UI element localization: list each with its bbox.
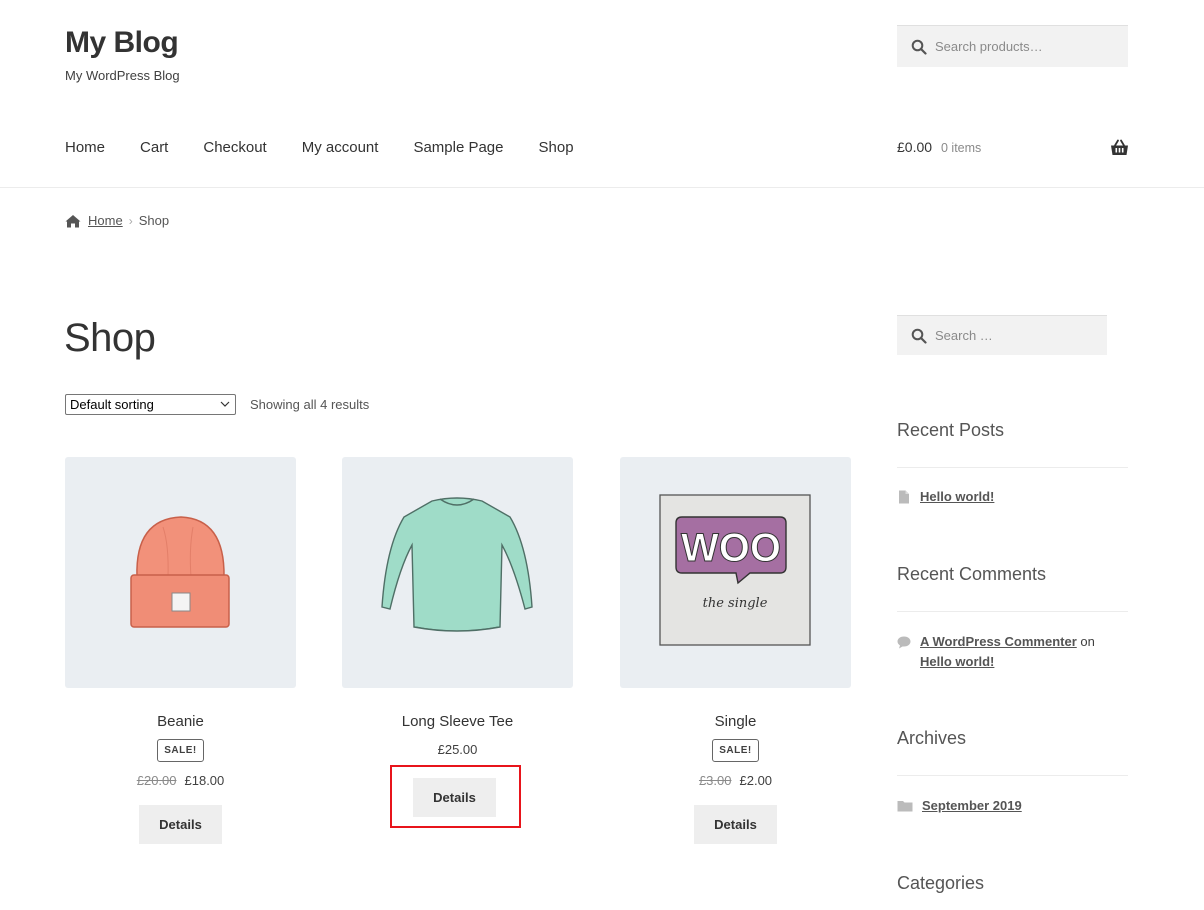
beanie-illustration: [130, 516, 230, 628]
chevron-down-icon: [220, 401, 230, 407]
nav-item-sample-page[interactable]: Sample Page: [413, 138, 503, 158]
breadcrumb-separator: ›: [128, 213, 133, 228]
widget-title-archives: Archives: [897, 728, 967, 748]
product-card-single: WOO the single Single SALE! £3.00 £2.00 D…: [620, 457, 851, 844]
comment-author-link[interactable]: A WordPress Commenter: [920, 634, 1077, 649]
search-icon: [911, 328, 927, 344]
header-divider: [0, 187, 1204, 188]
product-image-beanie[interactable]: [65, 457, 296, 688]
product-card-long-sleeve-tee: Long Sleeve Tee £25.00 Details: [342, 457, 573, 817]
woo-logo-text: WOO: [681, 526, 781, 570]
product-card-beanie: Beanie SALE! £20.00 £18.00 Details: [65, 457, 296, 844]
woo-caption-text: the single: [703, 596, 768, 611]
comment-on-text: on: [1080, 634, 1095, 649]
primary-nav: Home Cart Checkout My account Sample Pag…: [65, 138, 609, 158]
old-price: £3.00: [698, 773, 732, 788]
widget-divider: [897, 467, 1128, 468]
search-icon: [911, 39, 927, 55]
current-price: £18.00: [184, 773, 225, 788]
document-icon: [899, 490, 909, 504]
cart-count[interactable]: 0 items: [941, 141, 981, 155]
cart-total[interactable]: £0.00: [897, 139, 932, 155]
comment-icon: [897, 636, 911, 649]
recent-post-link[interactable]: Hello world!: [920, 487, 994, 507]
nav-item-my-account[interactable]: My account: [302, 138, 379, 158]
sidebar-search-input[interactable]: Search …: [897, 315, 1107, 355]
site-title[interactable]: My Blog: [65, 26, 179, 60]
current-price: £2.00: [739, 773, 773, 788]
product-price: £20.00 £18.00: [65, 773, 296, 788]
product-price: £25.00: [342, 742, 573, 757]
product-search-input[interactable]: Search products…: [897, 25, 1128, 67]
current-price: £25.00: [437, 742, 478, 757]
details-button-single[interactable]: Details: [694, 805, 777, 844]
breadcrumb: Home › Shop: [65, 213, 169, 228]
folder-icon: [897, 801, 913, 812]
recent-post-item: Hello world!: [897, 487, 1128, 507]
product-image-long-sleeve-tee[interactable]: [342, 457, 573, 688]
highlight-box: [390, 765, 521, 828]
single-illustration: WOO the single: [659, 494, 811, 646]
sale-badge: SALE!: [712, 739, 759, 762]
breadcrumb-home-link[interactable]: Home: [88, 213, 123, 228]
archive-link[interactable]: September 2019: [922, 796, 1022, 816]
basket-icon[interactable]: [1110, 139, 1129, 157]
result-count: Showing all 4 results: [250, 397, 370, 412]
site-description: My WordPress Blog: [65, 68, 180, 83]
product-name[interactable]: Long Sleeve Tee: [342, 713, 573, 730]
product-price: £3.00 £2.00: [620, 773, 851, 788]
sale-badge: SALE!: [157, 739, 204, 762]
widget-divider: [897, 775, 1128, 776]
sort-select[interactable]: Default sorting: [65, 394, 236, 415]
search-placeholder: Search products…: [935, 39, 1043, 54]
product-name[interactable]: Single: [620, 713, 851, 730]
sidebar-search-placeholder: Search …: [935, 328, 993, 343]
long-sleeve-tee-illustration: [381, 497, 533, 632]
widget-title-recent-comments: Recent Comments: [897, 564, 1047, 584]
page-title: Shop: [64, 316, 156, 360]
home-icon: [65, 214, 81, 227]
product-image-single[interactable]: WOO the single: [620, 457, 851, 688]
old-price: £20.00: [136, 773, 177, 788]
recent-comment-item: A WordPress Commenter on Hello world!: [897, 632, 1128, 672]
details-button-beanie[interactable]: Details: [139, 805, 222, 844]
widget-title-categories: Categories: [897, 873, 985, 893]
breadcrumb-current: Shop: [138, 213, 170, 228]
nav-item-cart[interactable]: Cart: [140, 138, 168, 158]
nav-item-shop[interactable]: Shop: [539, 138, 574, 158]
archive-item: September 2019: [897, 796, 1128, 816]
comment-post-link[interactable]: Hello world!: [920, 654, 994, 669]
nav-item-checkout[interactable]: Checkout: [203, 138, 266, 158]
widget-title-recent-posts: Recent Posts: [897, 420, 1005, 440]
sort-selected-value: Default sorting: [70, 397, 154, 412]
widget-divider: [897, 611, 1128, 612]
product-name[interactable]: Beanie: [65, 713, 296, 730]
nav-item-home[interactable]: Home: [65, 138, 105, 158]
